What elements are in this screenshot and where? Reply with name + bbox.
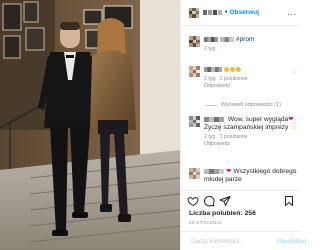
comment-item: Wow, super wygląda❤ Życzę szampańskiej i… (189, 116, 297, 148)
post-header: • Obserwuj ... (181, 0, 301, 26)
add-comment-input[interactable] (191, 238, 277, 245)
prom-couple-photo (0, 0, 180, 250)
heart-emoji: ❤ (226, 168, 232, 175)
view-replies-button[interactable]: Wyświetl odpowiedzi (1) (205, 102, 281, 108)
commenter-username-pixelated[interactable] (204, 66, 222, 72)
post-caption: #prom 2 tyg. (189, 36, 297, 53)
comment-item: 2 tyg. 1 polubienie Odpowiedz ♡ (189, 66, 297, 90)
bookmark-icon[interactable] (283, 195, 295, 207)
instagram-post: • Obserwuj ... #prom 2 tyg. 2 tyg. 1 pol… (0, 0, 306, 250)
comment-text-part-1: Wow, super wygląda (227, 116, 289, 123)
add-comment-bar: Opublikuj (181, 231, 306, 250)
caption-time: 2 tyg. (204, 46, 217, 52)
header-separator: • (225, 9, 228, 16)
reply-button[interactable]: Odpowiedz (204, 83, 230, 89)
post-actions: Liczba polubień: 256 20 STYCZNIA Opublik… (181, 190, 306, 250)
comment-likes[interactable]: 1 polubienie (220, 134, 248, 140)
commenter-avatar-pixelated[interactable] (189, 116, 200, 127)
comment-like-heart-icon[interactable]: ♡ (292, 119, 297, 126)
sunglasses-emoji (230, 66, 235, 72)
comment-icon[interactable] (203, 195, 215, 207)
sunglasses-emoji (224, 66, 229, 72)
replies-divider (205, 104, 217, 106)
comment-time: 2 tyg. (204, 76, 217, 82)
hashtag-link[interactable]: #prom (236, 36, 255, 43)
comments-list: #prom 2 tyg. 2 tyg. 1 polubienieOdpowie (181, 28, 301, 188)
view-replies-label: Wyświetl odpowiedzi (1) (221, 102, 281, 108)
comment-like-heart-icon[interactable]: ♡ (292, 171, 297, 178)
commenter-avatar-pixelated[interactable] (189, 168, 200, 179)
post-date: 20 STYCZNIA (189, 220, 222, 225)
sunglasses-emoji (236, 66, 241, 72)
caption-text-pixelated (220, 36, 234, 42)
comment-text-part-2: Życzę szampańskiej imprezy (204, 124, 289, 131)
caption-avatar-pixelated[interactable] (189, 36, 200, 47)
paper-plane-icon[interactable] (219, 195, 231, 207)
likes-count[interactable]: Liczba polubień: 256 (189, 210, 256, 217)
post-photo[interactable] (0, 0, 180, 250)
heart-icon[interactable] (187, 195, 199, 207)
caption-username-pixelated[interactable] (204, 36, 218, 42)
reply-button[interactable]: Odpowiedz (204, 141, 230, 147)
comment-likes[interactable]: 1 polubienie (220, 76, 248, 82)
post-side-panel: • Obserwuj ... #prom 2 tyg. 2 tyg. 1 pol… (180, 0, 306, 250)
author-username-pixelated[interactable] (203, 10, 222, 15)
commenter-avatar-pixelated[interactable] (189, 66, 200, 77)
comment-like-heart-icon[interactable]: ♡ (292, 69, 297, 76)
more-horizontal-icon[interactable]: ... (287, 8, 297, 17)
comment-item: ❤ Wszystkiego dobrego młodej parze ♡ (189, 168, 297, 184)
commenter-username-pixelated[interactable] (204, 168, 224, 174)
publish-button[interactable]: Opublikuj (277, 238, 306, 245)
comment-time: 2 tyg. (204, 134, 217, 140)
follow-button[interactable]: Obserwuj (229, 9, 259, 16)
author-avatar-pixelated[interactable] (189, 7, 199, 18)
commenter-username-pixelated[interactable] (204, 116, 224, 122)
